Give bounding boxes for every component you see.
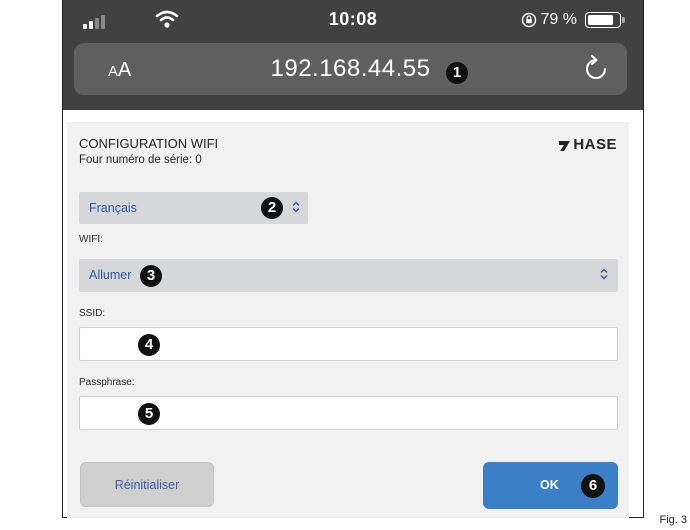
serial-number-text: Four numéro de série: 0 [79,154,202,166]
ok-button-label: OK [540,478,559,492]
callout-marker-3: 3 [140,265,162,287]
callout-marker-6: 6 [581,474,605,498]
chevron-updown-icon [292,201,300,213]
status-bar: 10:08 79 % [63,0,643,44]
hase-logo: HASE [559,136,617,153]
reset-button[interactable]: Réinitialiser [80,462,214,507]
callout-marker-4: 4 [138,334,160,356]
callout-marker-5: 5 [138,403,160,425]
url-text: 192.168.44.55 [270,55,431,82]
hase-logo-icon [559,140,571,151]
wifi-label: WIFI: [79,234,103,245]
ssid-label: SSID: [79,308,106,319]
rotation-lock-icon [521,12,536,28]
battery-percent: 79 % [540,11,577,28]
config-panel: CONFIGURATION WIFI Four numéro de série:… [67,122,629,518]
chevron-updown-icon [600,268,608,280]
figure-label: Fig. 3 [659,514,687,526]
wifi-value: Allumer [89,268,132,282]
browser-chrome: 10:08 79 % AA 192.168.44.55 [63,0,643,110]
battery-group: 79 % [521,11,625,29]
callout-marker-2: 2 [261,197,283,219]
reload-icon[interactable] [583,54,609,82]
address-bar[interactable]: AA 192.168.44.55 [74,43,627,95]
passphrase-label: Passphrase: [79,377,135,388]
language-value: Français [89,201,137,215]
page-title: CONFIGURATION WIFI [79,136,219,151]
battery-icon [585,12,625,28]
callout-marker-1: 1 [446,62,468,84]
